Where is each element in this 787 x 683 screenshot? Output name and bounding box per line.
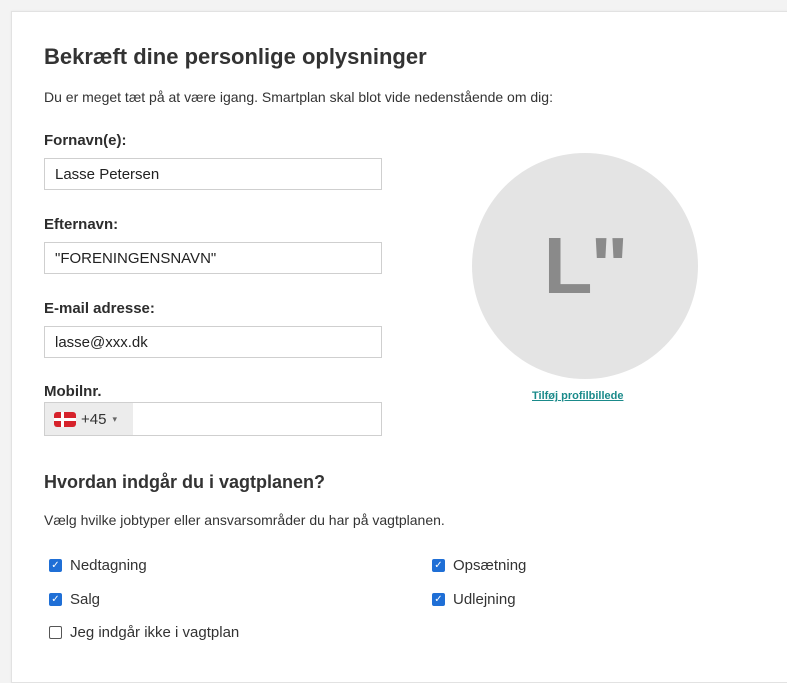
checkbox-udlejning[interactable]: ✓ Udlejning [432, 591, 516, 608]
chevron-down-icon: ▾ [112, 413, 117, 424]
checkbox-label: Salg [70, 591, 101, 608]
country-code-select[interactable]: +45 ▾ [45, 403, 133, 435]
first-name-label: Fornavn(e): [44, 132, 127, 149]
checkbox-label: Opsætning [453, 557, 527, 574]
avatar: L" [472, 153, 698, 379]
checkbox-checked-icon[interactable]: ✓ [49, 593, 62, 606]
intro-text: Du er meget tæt på at være igang. Smartp… [44, 89, 553, 105]
checkbox-unchecked-icon[interactable]: ✓ [49, 626, 62, 639]
schedule-section-description: Vælg hvilke jobtyper eller ansvarsområde… [44, 512, 445, 528]
checkbox-opsaetning[interactable]: ✓ Opsætning [432, 557, 526, 574]
dial-code: +45 [81, 410, 107, 428]
last-name-field[interactable] [44, 242, 382, 274]
checkbox-checked-icon[interactable]: ✓ [432, 593, 445, 606]
avatar-initials: L" [543, 221, 629, 310]
mobile-number-input[interactable] [133, 403, 381, 435]
checkbox-nedtagning[interactable]: ✓ Nedtagning [49, 557, 147, 574]
mobile-field: +45 ▾ [44, 402, 382, 436]
last-name-label: Efternavn: [44, 216, 119, 233]
first-name-field[interactable] [44, 158, 382, 190]
add-profile-photo-link[interactable]: Tilføj profilbillede [532, 390, 623, 402]
page-title: Bekræft dine personlige oplysninger [44, 44, 427, 69]
denmark-flag-icon [54, 411, 76, 427]
mobile-label: Mobilnr. [44, 383, 102, 400]
checkbox-label: Jeg indgår ikke i vagtplan [70, 624, 240, 641]
checkbox-label: Nedtagning [70, 557, 147, 574]
schedule-section-title: Hvordan indgår du i vagtplanen? [44, 472, 326, 492]
checkbox-salg[interactable]: ✓ Salg [49, 591, 100, 608]
email-field[interactable] [44, 326, 382, 358]
checkbox-checked-icon[interactable]: ✓ [432, 559, 445, 572]
email-label: E-mail adresse: [44, 300, 155, 317]
checkbox-label: Udlejning [453, 591, 516, 608]
checkbox-checked-icon[interactable]: ✓ [49, 559, 62, 572]
checkbox-ikke-i-vagtplan[interactable]: ✓ Jeg indgår ikke i vagtplan [49, 624, 239, 641]
